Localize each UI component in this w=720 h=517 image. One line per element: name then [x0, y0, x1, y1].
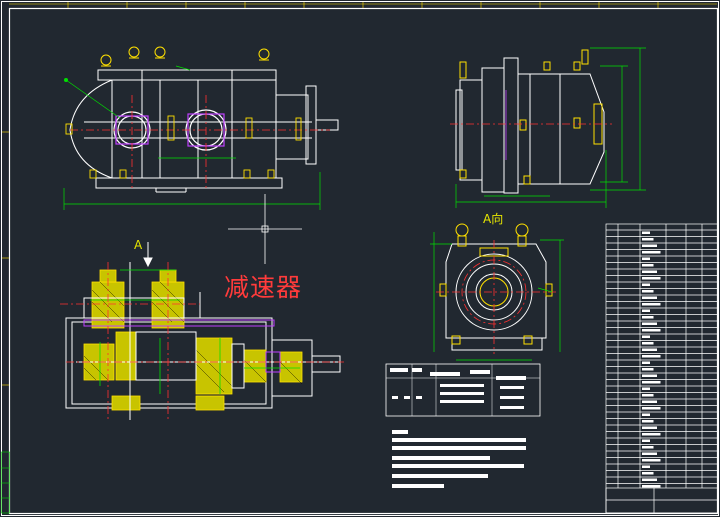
parts-row-text: [642, 361, 650, 364]
crosshair-cursor: [228, 194, 302, 264]
parts-row-text: [642, 420, 654, 423]
parts-row-text: [642, 290, 654, 293]
parts-row-text: [642, 387, 650, 390]
parts-row-text: [642, 296, 657, 299]
spec-table: [385, 363, 541, 417]
section-label-a: A: [134, 238, 143, 252]
parts-row-text: [642, 459, 661, 462]
parts-row-text: [642, 335, 650, 338]
parts-row-text: [642, 283, 650, 286]
drawing-title: 减速器: [224, 273, 303, 302]
parts-row-text: [642, 472, 654, 475]
parts-row-text: [642, 264, 654, 267]
parts-row-text: [642, 394, 654, 397]
cad-drawing-canvas[interactable]: 减速器 A A向: [0, 0, 720, 517]
parts-row-text: [642, 446, 654, 449]
parts-row-text: [642, 231, 650, 234]
parts-row-text: [642, 465, 650, 468]
parts-row-text: [642, 374, 657, 377]
parts-row-text: [642, 348, 657, 351]
sheet-frame: [1, 1, 719, 516]
parts-row-text: [642, 407, 661, 410]
parts-row-text: [642, 251, 661, 254]
parts-row-text: [642, 381, 661, 384]
parts-row-text: [642, 238, 654, 241]
reducer-assembly-drawing: [1, 1, 719, 516]
parts-row-text: [642, 400, 657, 403]
parts-row-text: [642, 439, 650, 442]
parts-row-text: [642, 316, 654, 319]
a-direction-view: [430, 223, 564, 361]
view-label-a: A向: [483, 212, 504, 226]
binding-strip: [1, 451, 10, 514]
parts-row-text: [642, 303, 661, 306]
parts-row-text: [642, 426, 657, 429]
parts-row-text: [642, 270, 657, 273]
parts-row-text: [642, 277, 661, 280]
parts-row-text: [642, 329, 661, 332]
parts-row-text: [642, 355, 661, 358]
parts-row-text: [642, 433, 661, 436]
parts-row-text: [642, 309, 650, 312]
parts-list-table: [605, 223, 719, 514]
parts-row-text: [642, 413, 650, 416]
parts-row-text: [642, 452, 657, 455]
side-view: [450, 47, 646, 208]
parts-row-text: [642, 244, 657, 247]
parts-row-text: [642, 257, 650, 260]
parts-row-text: [642, 322, 657, 325]
parts-row-text: [642, 485, 661, 488]
parts-row-text: [642, 478, 657, 481]
parts-row-text: [642, 368, 654, 371]
technical-requirements: [392, 430, 526, 488]
front-view: [63, 46, 339, 210]
parts-row-text: [642, 342, 654, 345]
